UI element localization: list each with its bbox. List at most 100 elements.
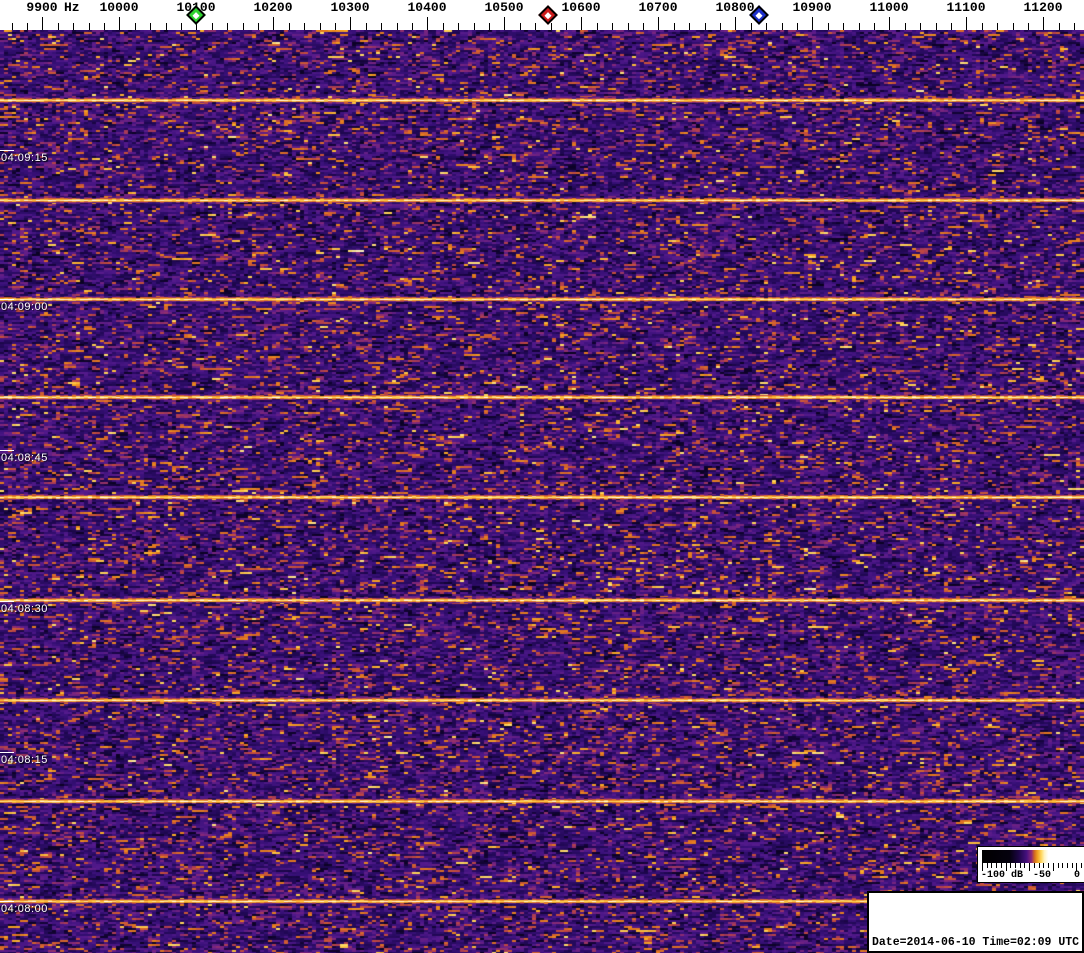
- frequency-tick: [135, 23, 136, 30]
- colorbar-tick: [986, 863, 988, 868]
- frequency-tick: [982, 23, 983, 30]
- frequency-tick: [520, 23, 521, 30]
- db-colorbar-legend: -100 dB -50 0: [977, 846, 1084, 883]
- frequency-tick: [12, 23, 13, 30]
- colorbar-tick: [1081, 863, 1083, 868]
- frequency-tick: [427, 17, 428, 30]
- frequency-tick: [1013, 23, 1014, 30]
- frequency-tick: [504, 17, 505, 30]
- frequency-tick: [966, 17, 967, 30]
- frequency-tick: [366, 23, 367, 30]
- frequency-tick: [566, 23, 567, 30]
- frequency-tick: [89, 23, 90, 30]
- frequency-tick: [304, 23, 305, 30]
- time-tick-label: 04:08:15: [1, 754, 48, 766]
- marker-center-dot: [755, 11, 763, 19]
- colorbar-tick: [1043, 863, 1045, 868]
- frequency-tick: [289, 23, 290, 30]
- frequency-tick: [766, 23, 767, 30]
- frequency-tick: [920, 23, 921, 30]
- frequency-tick: [812, 17, 813, 30]
- colorbar-tick: [1015, 863, 1017, 868]
- colorbar-tick: [1048, 863, 1050, 868]
- colorbar-tick: [1033, 863, 1035, 868]
- frequency-tick: [243, 23, 244, 30]
- time-tick-label: 04:08:00: [1, 903, 48, 915]
- time-tick-label: 04:09:15: [1, 152, 48, 164]
- colorbar-tick: [1062, 863, 1064, 868]
- frequency-tick: [273, 17, 274, 30]
- frequency-tick: [458, 23, 459, 30]
- frequency-tick: [258, 23, 259, 30]
- info-line: Date=2014-06-10 Time=02:09 UTC: [872, 936, 1080, 949]
- frequency-unit-label: Hz: [64, 0, 80, 15]
- frequency-tick: [1074, 23, 1075, 30]
- frequency-tick: [828, 23, 829, 30]
- frequency-tick: [581, 17, 582, 30]
- frequency-tick: [551, 23, 552, 30]
- time-tick: [0, 601, 14, 602]
- frequency-tick: [951, 23, 952, 30]
- colorbar-label-min: -100 dB: [981, 870, 1024, 881]
- frequency-tick: [751, 23, 752, 30]
- colorbar-gradient: [982, 850, 1081, 863]
- frequency-tick: [181, 23, 182, 30]
- frequency-tick: [58, 23, 59, 30]
- colorbar-tick: [1019, 863, 1021, 868]
- frequency-tick: [1043, 17, 1044, 30]
- frequency-tick-label: 10800: [715, 0, 755, 15]
- colorbar-label-mid: -50: [1033, 870, 1052, 881]
- marker-center-dot: [192, 11, 200, 19]
- frequency-tick: [612, 23, 613, 30]
- frequency-tick: [843, 23, 844, 30]
- time-tick: [0, 450, 14, 451]
- time-tick: [0, 901, 14, 902]
- marker-center-dot: [544, 11, 552, 19]
- spectrogram-waterfall[interactable]: [0, 30, 1084, 953]
- frequency-tick: [489, 23, 490, 30]
- colorbar-tick: [1038, 863, 1040, 868]
- time-tick-label: 04:08:30: [1, 603, 48, 615]
- frequency-tick: [782, 23, 783, 30]
- frequency-tick: [119, 17, 120, 30]
- frequency-tick: [658, 17, 659, 30]
- frequency-tick: [443, 23, 444, 30]
- frequency-tick: [674, 23, 675, 30]
- frequency-tick: [1028, 23, 1029, 30]
- spectrogram-app: Hz 9900100001010010200103001040010500106…: [0, 0, 1084, 953]
- frequency-tick-label: 10300: [330, 0, 370, 15]
- time-tick: [0, 299, 14, 300]
- frequency-tick-label: 9900: [26, 0, 58, 15]
- frequency-tick-label: 10000: [99, 0, 139, 15]
- frequency-tick: [689, 23, 690, 30]
- frequency-tick-label: 10700: [638, 0, 678, 15]
- frequency-tick-label: 10500: [484, 0, 524, 15]
- frequency-tick: [212, 23, 213, 30]
- time-tick-label: 04:08:45: [1, 452, 48, 464]
- frequency-tick: [889, 17, 890, 30]
- frequency-tick: [859, 23, 860, 30]
- colorbar-labels: -100 dB -50 0: [980, 870, 1081, 882]
- frequency-tick-label: 11200: [1023, 0, 1063, 15]
- frequency-tick: [474, 23, 475, 30]
- colorbar-tick: [996, 863, 998, 868]
- frequency-tick: [335, 23, 336, 30]
- frequency-tick-label: 10900: [792, 0, 832, 15]
- frequency-tick: [1059, 23, 1060, 30]
- time-tick: [0, 752, 14, 753]
- frequency-tick: [150, 23, 151, 30]
- frequency-tick: [27, 23, 28, 30]
- frequency-tick: [381, 23, 382, 30]
- colorbar-tick: [1000, 863, 1002, 868]
- frequency-tick: [874, 23, 875, 30]
- frequency-tick-label: 11100: [946, 0, 986, 15]
- frequency-tick: [720, 23, 721, 30]
- frequency-tick: [73, 23, 74, 30]
- frequency-tick: [936, 23, 937, 30]
- frequency-tick: [350, 17, 351, 30]
- frequency-tick: [104, 23, 105, 30]
- frequency-tick-label: 10400: [407, 0, 447, 15]
- frequency-tick: [705, 23, 706, 30]
- colorbar-tick: [991, 863, 993, 868]
- frequency-tick: [227, 23, 228, 30]
